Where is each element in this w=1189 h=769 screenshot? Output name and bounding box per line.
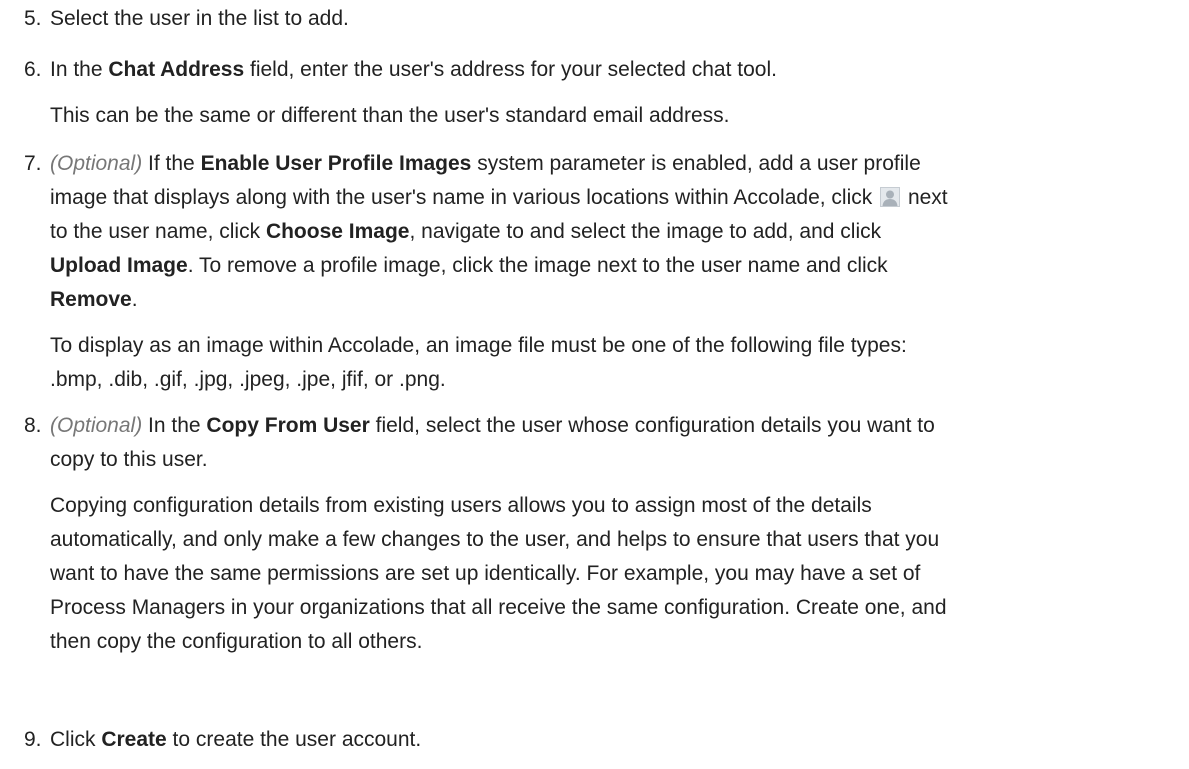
- step-5: 5. Select the user in the list to add.: [0, 2, 1189, 36]
- step-number: 5.: [24, 7, 42, 30]
- button-name-choose-image: Choose Image: [265, 220, 410, 243]
- button-name-upload-image: Upload Image: [50, 254, 188, 277]
- step-note-line: Process Managers in your organizations t…: [50, 596, 947, 619]
- step-note-line: want to have the same permissions are se…: [50, 562, 921, 585]
- step-text: In the Chat Address field, enter the use…: [50, 58, 777, 81]
- button-name-create: Create: [101, 728, 167, 751]
- field-name-copy-from-user: Copy From User: [206, 414, 370, 437]
- user-profile-placeholder-icon: [880, 187, 901, 207]
- step-note-line: automatically, and only make a few chang…: [50, 528, 940, 551]
- step-text-line: image that displays along with the user'…: [50, 186, 948, 209]
- button-name-remove: Remove: [50, 288, 132, 311]
- step-number: 8.: [24, 414, 42, 437]
- step-text-line: Upload Image. To remove a profile image,…: [50, 254, 888, 277]
- param-name: Enable User Profile Images: [200, 152, 472, 175]
- step-text-line: Remove.: [50, 288, 138, 311]
- procedure-document: 5. Select the user in the list to add. 6…: [0, 0, 1189, 769]
- step-number: 6.: [24, 58, 42, 81]
- step-note-line: To display as an image within Accolade, …: [50, 334, 907, 357]
- step-9: 9. Click Create to create the user accou…: [0, 723, 1189, 757]
- step-8: 8. (Optional) In the Copy From User fiel…: [0, 409, 1189, 659]
- optional-label: (Optional): [50, 152, 143, 175]
- step-note-line: Copying configuration details from exist…: [50, 494, 872, 517]
- step-text-line: to the user name, click Choose Image, na…: [50, 220, 882, 243]
- step-text: Click Create to create the user account.: [50, 728, 422, 751]
- step-note: This can be the same or different than t…: [50, 104, 730, 127]
- step-number: 7.: [24, 152, 42, 175]
- step-6: 6. In the Chat Address field, enter the …: [0, 53, 1189, 133]
- step-note-line: then copy the configuration to all other…: [50, 630, 423, 653]
- step-number: 9.: [24, 728, 42, 751]
- step-text-line: copy to this user.: [50, 448, 208, 471]
- field-name-chat-address: Chat Address: [108, 58, 245, 81]
- step-text-line: (Optional) In the Copy From User field, …: [50, 414, 935, 437]
- step-text-line: (Optional) If the Enable User Profile Im…: [50, 152, 921, 175]
- step-note-line: .bmp, .dib, .gif, .jpg, .jpeg, .jpe, jfi…: [50, 368, 446, 391]
- optional-label: (Optional): [50, 414, 143, 437]
- step-text: Select the user in the list to add.: [50, 7, 349, 30]
- step-7: 7. (Optional) If the Enable User Profile…: [0, 147, 1189, 397]
